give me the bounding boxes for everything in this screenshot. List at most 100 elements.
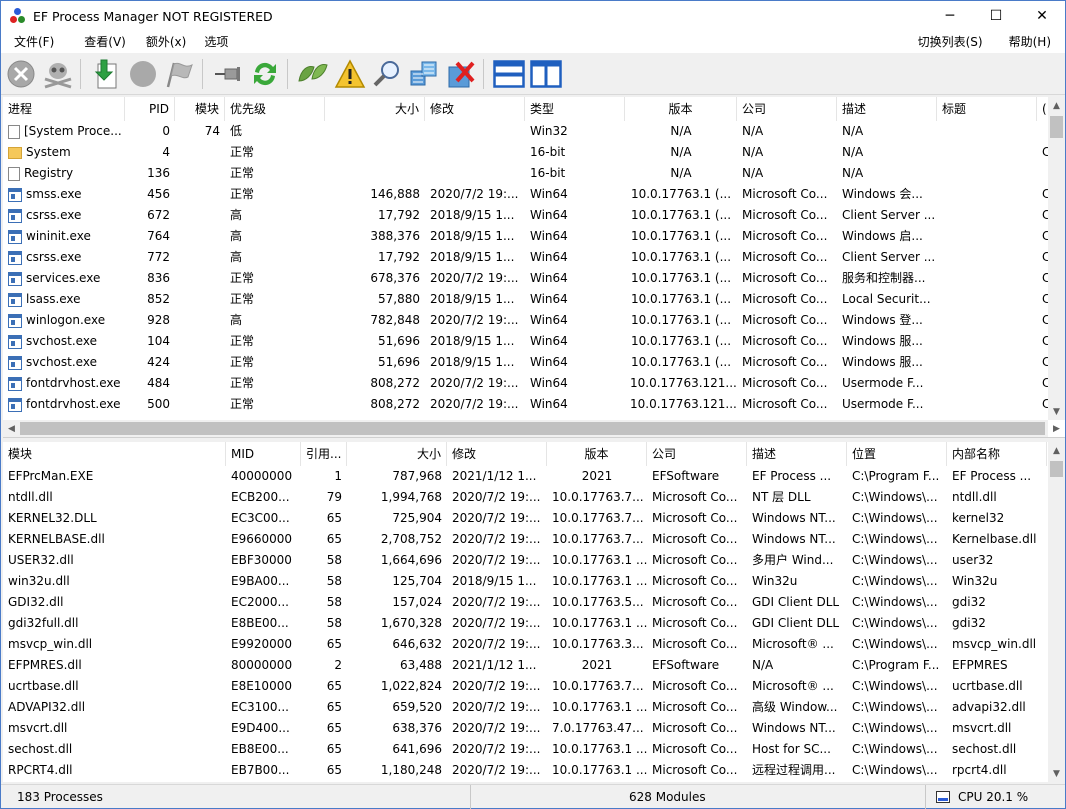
module-list[interactable]: 模块 MID 引用... 大小 修改 版本 公司 描述 位置 内部名称 EFPr… bbox=[3, 442, 1065, 782]
table-row[interactable]: USER32.dll EBF30000 58 1,664,696 2020/7/2 19… bbox=[3, 550, 1047, 571]
module-description: N/A bbox=[752, 658, 774, 672]
menu-help[interactable]: 帮助(H) bbox=[1001, 31, 1059, 53]
column-header-size[interactable]: 大小 bbox=[347, 442, 447, 466]
table-row[interactable]: services.exe 836 正常 678,376 2020/7/2 19:... W… bbox=[3, 268, 1065, 289]
minimize-button[interactable]: ─ bbox=[927, 1, 973, 31]
table-row[interactable]: smss.exe 456 正常 146,888 2020/7/2 19:... Win64… bbox=[3, 184, 1065, 205]
column-header-company[interactable]: 公司 bbox=[737, 97, 837, 121]
scroll-thumb[interactable] bbox=[1050, 461, 1063, 477]
menu-extra[interactable]: 额外(x) bbox=[138, 31, 194, 53]
module-company: Microsoft Co... bbox=[652, 721, 738, 735]
process-company: Microsoft Co... bbox=[742, 355, 828, 369]
scroll-right-icon[interactable]: ▶ bbox=[1048, 420, 1065, 437]
close-process-button[interactable] bbox=[4, 57, 38, 91]
table-row[interactable]: wininit.exe 764 高 388,376 2018/9/15 1... Win6… bbox=[3, 226, 1065, 247]
module-internal-name: gdi32 bbox=[952, 595, 986, 609]
table-row[interactable]: sechost.dll EB8E00... 65 641,696 2020/7/2 19… bbox=[3, 739, 1047, 760]
process-module-count bbox=[175, 268, 225, 289]
warning-button[interactable] bbox=[333, 57, 367, 91]
refresh-button[interactable] bbox=[248, 57, 282, 91]
column-header-modules[interactable]: 模块 bbox=[175, 97, 225, 121]
remove-button[interactable] bbox=[444, 57, 478, 91]
column-header-mid[interactable]: MID bbox=[226, 442, 301, 466]
table-row[interactable]: fontdrvhost.exe 500 正常 808,272 2020/7/2 19:.… bbox=[3, 394, 1065, 415]
table-row[interactable]: ntdll.dll ECB200... 79 1,994,768 2020/7/2 19… bbox=[3, 487, 1047, 508]
table-row[interactable]: svchost.exe 104 正常 51,696 2018/9/15 1... Win6… bbox=[3, 331, 1065, 352]
column-header-modified[interactable]: 修改 bbox=[425, 97, 525, 121]
scroll-thumb[interactable] bbox=[1050, 116, 1063, 138]
table-row[interactable]: EFPrcMan.EXE 40000000 1 787,968 2021/1/12 1.… bbox=[3, 466, 1047, 487]
column-header-type[interactable]: 类型 bbox=[525, 97, 625, 121]
table-row[interactable]: win32u.dll E9BA00... 58 125,704 2018/9/15 1.… bbox=[3, 571, 1047, 592]
table-row[interactable]: fontdrvhost.exe 484 正常 808,272 2020/7/2 19:.… bbox=[3, 373, 1065, 394]
process-list[interactable]: 进程 PID 模块 优先级 大小 修改 类型 版本 公司 描述 标题 ( [Sy… bbox=[3, 97, 1065, 437]
table-row[interactable]: gdi32full.dll E8BE00... 58 1,670,328 2020/7/… bbox=[3, 613, 1047, 634]
table-row[interactable]: GDI32.dll EC2000... 58 157,024 2020/7/2 19:.… bbox=[3, 592, 1047, 613]
process-modified: 2020/7/2 19:... bbox=[430, 397, 519, 411]
table-row[interactable]: ADVAPI32.dll EC3100... 65 659,520 2020/7/2 1… bbox=[3, 697, 1047, 718]
table-row[interactable]: msvcrt.dll E9D400... 65 638,376 2020/7/2 19:… bbox=[3, 718, 1047, 739]
table-row[interactable]: lsass.exe 852 正常 57,880 2018/9/15 1... Win64 1… bbox=[3, 289, 1065, 310]
column-header-pid[interactable]: PID bbox=[125, 97, 175, 121]
table-row[interactable]: EFPMRES.dll 80000000 2 63,488 2021/1/12 1...… bbox=[3, 655, 1047, 676]
table-row[interactable]: svchost.exe 424 正常 51,696 2018/9/15 1... Win6… bbox=[3, 352, 1065, 373]
close-button[interactable]: ✕ bbox=[1019, 1, 1065, 31]
column-header-references[interactable]: 引用... bbox=[301, 442, 347, 466]
scroll-up-icon[interactable]: ▲ bbox=[1048, 442, 1065, 459]
leaf-button[interactable] bbox=[296, 57, 330, 91]
table-row[interactable]: csrss.exe 772 高 17,792 2018/9/15 1... Win64 10… bbox=[3, 247, 1065, 268]
column-header-version[interactable]: 版本 bbox=[625, 97, 737, 121]
flag-button[interactable] bbox=[163, 57, 197, 91]
module-version: 10.0.17763.1 ... bbox=[552, 763, 647, 777]
process-vertical-scrollbar[interactable]: ▲ ▼ bbox=[1048, 97, 1065, 420]
toolbar-separator bbox=[80, 58, 81, 89]
kill-process-button[interactable] bbox=[41, 57, 75, 91]
leaf-icon bbox=[298, 63, 328, 82]
column-header-module[interactable]: 模块 bbox=[3, 442, 226, 466]
table-row[interactable]: winlogon.exe 928 高 782,848 2020/7/2 19:... Wi… bbox=[3, 310, 1065, 331]
horizontal-layout-button[interactable] bbox=[492, 57, 526, 91]
process-horizontal-scrollbar[interactable]: ◀ ▶ bbox=[3, 420, 1060, 437]
column-header-title[interactable]: 标题 bbox=[937, 97, 1037, 121]
module-mid: 80000000 bbox=[231, 658, 293, 672]
dependencies-button[interactable] bbox=[407, 57, 441, 91]
search-button[interactable] bbox=[370, 57, 404, 91]
column-header-size[interactable]: 大小 bbox=[325, 97, 425, 121]
table-row[interactable]: ucrtbase.dll E8E10000 65 1,022,824 2020/7/2 … bbox=[3, 676, 1047, 697]
table-row[interactable]: KERNEL32.DLL EC3C00... 65 725,904 2020/7/2 1… bbox=[3, 508, 1047, 529]
stop-button[interactable] bbox=[126, 57, 160, 91]
scroll-down-icon[interactable]: ▼ bbox=[1048, 765, 1065, 782]
scroll-thumb[interactable] bbox=[20, 422, 1045, 435]
column-header-process[interactable]: 进程 bbox=[3, 97, 125, 121]
vertical-layout-button[interactable] bbox=[529, 57, 563, 91]
menu-view[interactable]: 查看(V) bbox=[76, 31, 134, 53]
column-header-location[interactable]: 位置 bbox=[847, 442, 947, 466]
table-row[interactable]: KERNELBASE.dll E9660000 65 2,708,752 2020/7/… bbox=[3, 529, 1047, 550]
column-header-description[interactable]: 描述 bbox=[837, 97, 937, 121]
title-bar[interactable]: EF Process Manager NOT REGISTERED ─ ☐ ✕ bbox=[1, 1, 1065, 31]
menu-options[interactable]: 选项 bbox=[196, 31, 236, 53]
column-header-internal-name[interactable]: 内部名称 bbox=[947, 442, 1047, 466]
column-header-description[interactable]: 描述 bbox=[747, 442, 847, 466]
table-row[interactable]: msvcp_win.dll E9920000 65 646,632 2020/7/2 1… bbox=[3, 634, 1047, 655]
module-mid: E9D400... bbox=[231, 721, 290, 735]
table-row[interactable]: csrss.exe 672 高 17,792 2018/9/15 1... Win64 10… bbox=[3, 205, 1065, 226]
scroll-up-icon[interactable]: ▲ bbox=[1048, 97, 1065, 114]
module-location: C:\Windows\... bbox=[852, 490, 938, 504]
column-header-modified[interactable]: 修改 bbox=[447, 442, 547, 466]
pin-button[interactable] bbox=[211, 57, 245, 91]
menu-file[interactable]: 文件(F) bbox=[6, 31, 62, 53]
table-row[interactable]: RPCRT4.dll EB7B00... 65 1,180,248 2020/7/2 1… bbox=[3, 760, 1047, 781]
menu-switch-list[interactable]: 切换列表(S) bbox=[910, 31, 991, 53]
table-row[interactable]: Registry 136 正常 16-bit N/A N/A N/A bbox=[3, 163, 1065, 184]
table-row[interactable]: [System Proce... 0 74 低 Win32 N/A N/A N/A bbox=[3, 121, 1065, 142]
column-header-version[interactable]: 版本 bbox=[547, 442, 647, 466]
column-header-priority[interactable]: 优先级 bbox=[225, 97, 325, 121]
table-row[interactable]: System 4 正常 16-bit N/A N/A N/A C bbox=[3, 142, 1065, 163]
export-button[interactable] bbox=[89, 57, 123, 91]
scroll-down-icon[interactable]: ▼ bbox=[1048, 403, 1065, 420]
column-header-company[interactable]: 公司 bbox=[647, 442, 747, 466]
scroll-left-icon[interactable]: ◀ bbox=[3, 420, 20, 437]
module-vertical-scrollbar[interactable]: ▲ ▼ bbox=[1048, 442, 1065, 782]
maximize-button[interactable]: ☐ bbox=[973, 1, 1019, 31]
